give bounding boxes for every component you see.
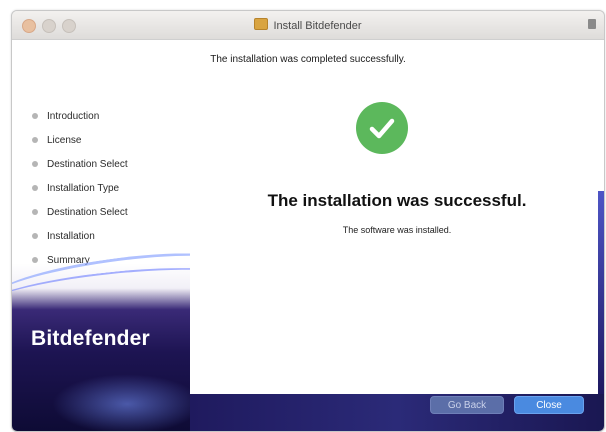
step-label: Installation [47, 230, 95, 242]
step-bullet-icon [32, 257, 38, 263]
title-bar: Install Bitdefender [12, 11, 604, 40]
window-title-wrap: Install Bitdefender [12, 18, 604, 32]
check-circle-icon [356, 102, 408, 154]
step-bullet-icon [32, 185, 38, 191]
brand-logo-text: Bitdefender [31, 327, 150, 350]
step-item: Destination Select [32, 152, 128, 176]
step-label: Installation Type [47, 182, 120, 194]
step-bullet-icon [32, 209, 38, 215]
step-bullet-icon [32, 137, 38, 143]
installer-window: Install Bitdefender The installation was… [11, 10, 605, 432]
header-subtitle: The installation was completed successfu… [12, 54, 604, 65]
go-back-button[interactable]: Go Back [430, 396, 504, 414]
step-label: Destination Select [47, 206, 128, 218]
step-bullet-icon [32, 161, 38, 167]
step-item: Destination Select [32, 200, 128, 224]
window-title: Install Bitdefender [273, 20, 362, 32]
step-bullet-icon [32, 233, 38, 239]
step-bullet-icon [32, 113, 38, 119]
step-item: Introduction [32, 104, 128, 128]
checkmark-icon [369, 118, 395, 139]
close-button[interactable]: Close [514, 396, 584, 414]
step-item: Installation [32, 224, 128, 248]
success-title: The installation was successful. [267, 191, 527, 210]
step-list: Introduction License Destination Select … [32, 104, 128, 272]
step-item: Installation Type [32, 176, 128, 200]
decorative-edge [598, 191, 604, 394]
package-icon [254, 18, 269, 30]
step-label: Introduction [47, 110, 100, 122]
sidebar: Introduction License Destination Select … [12, 74, 190, 431]
step-label: License [47, 134, 82, 146]
lock-icon [588, 19, 596, 29]
step-item: License [32, 128, 128, 152]
success-message: The software was installed. [342, 225, 452, 235]
step-label: Destination Select [47, 158, 128, 170]
main-content: The installation was successful. The sof… [190, 74, 604, 394]
decorative-glow [52, 374, 190, 431]
